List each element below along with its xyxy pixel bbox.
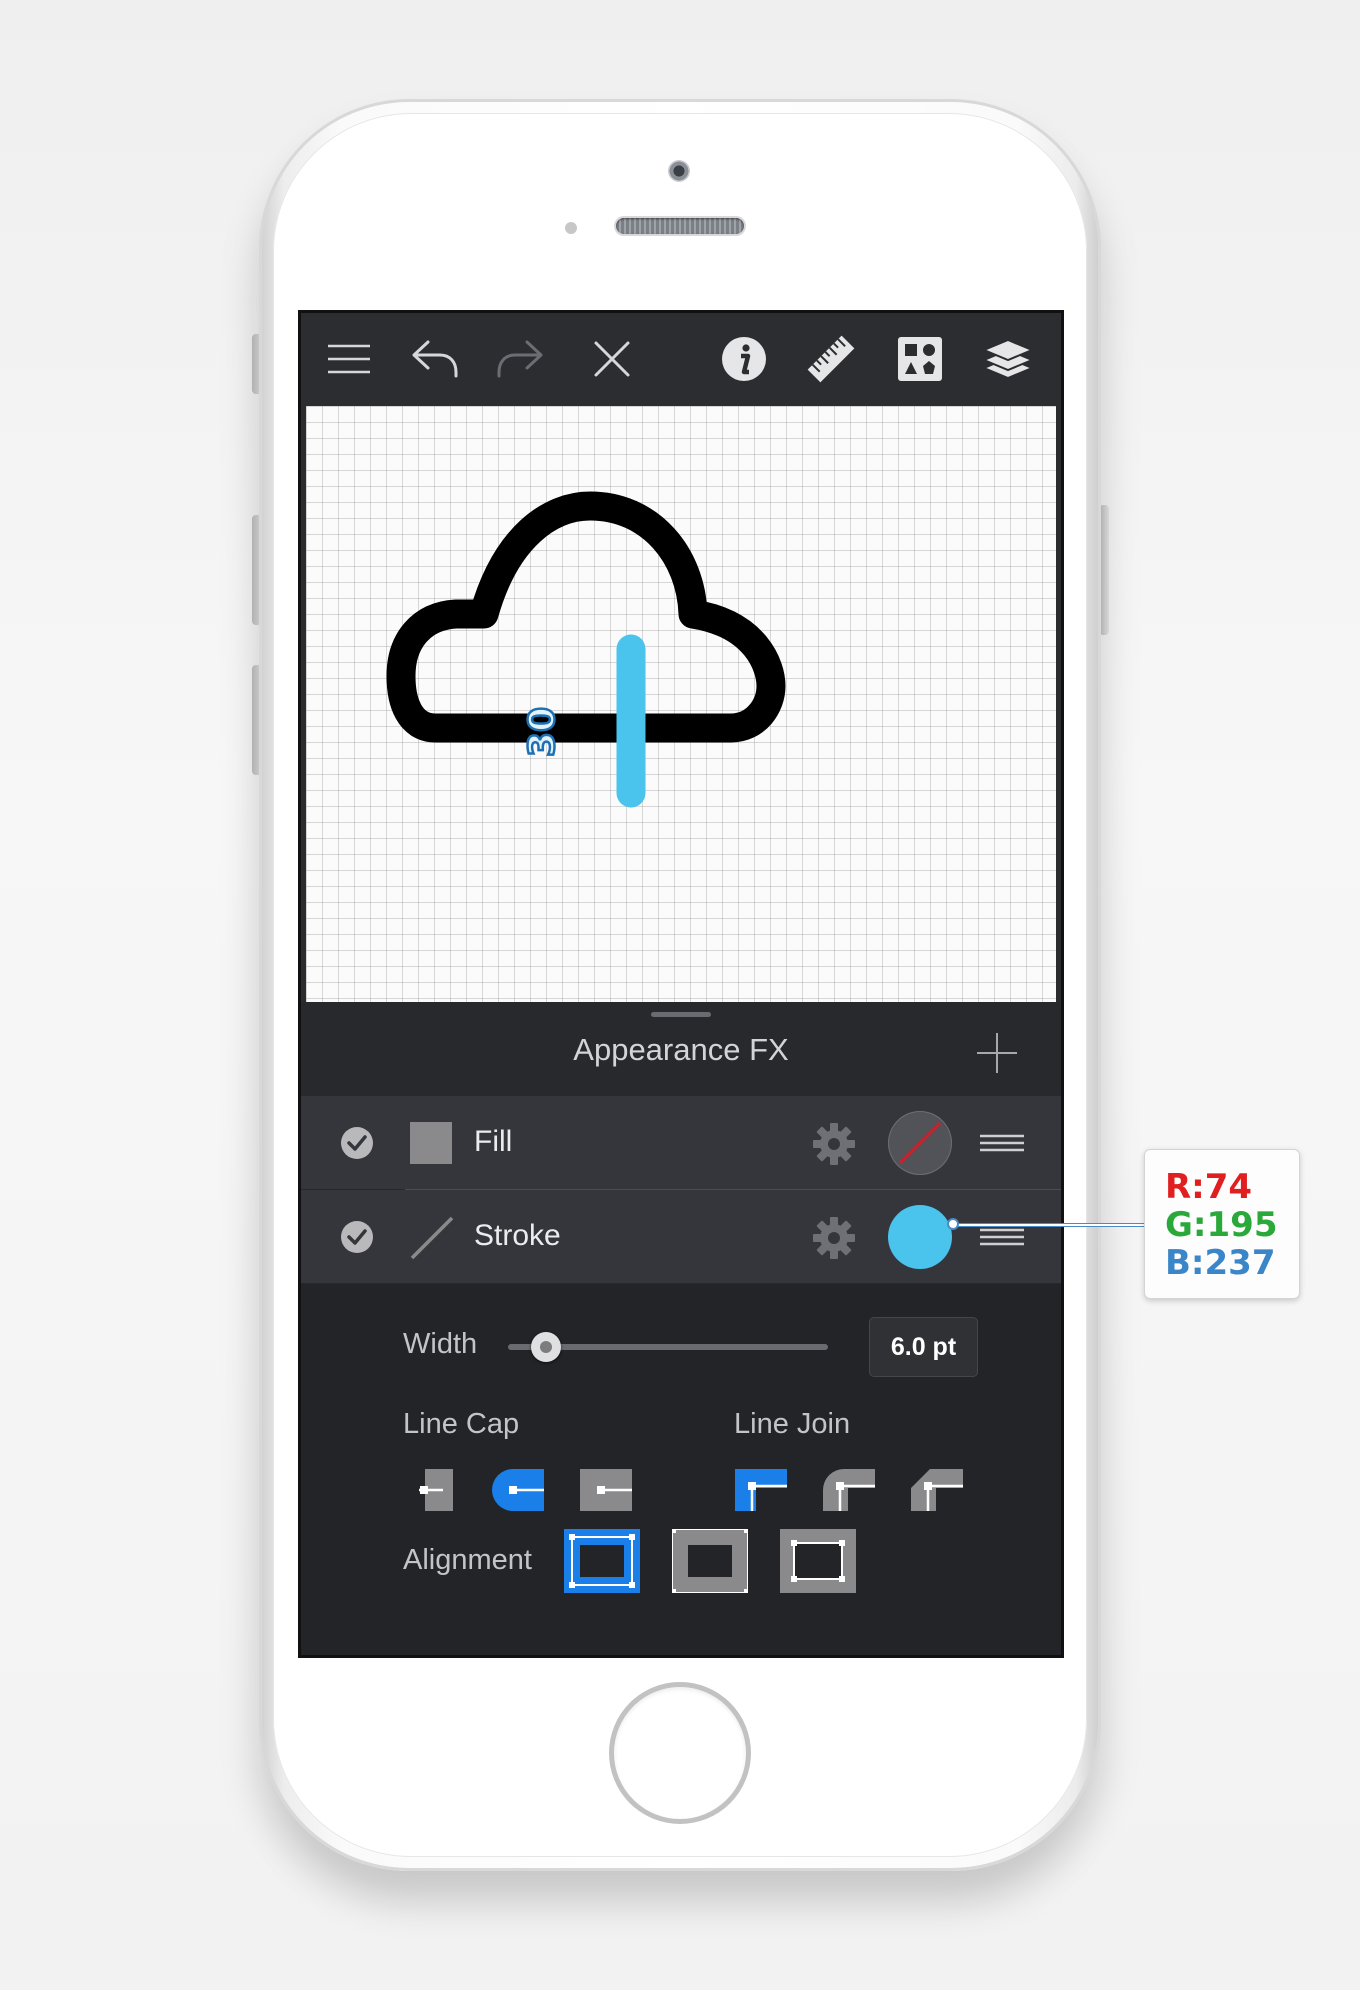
gear-icon[interactable] (811, 1215, 857, 1261)
round-cap-button[interactable] (491, 1468, 545, 1517)
panel-grabber[interactable] (651, 1012, 711, 1017)
fill-label: Fill (474, 1125, 513, 1158)
drawing-canvas[interactable]: 30 (306, 406, 1056, 1002)
checkmark-icon[interactable] (341, 1221, 373, 1253)
checkmark-icon[interactable] (341, 1127, 373, 1159)
callout-anchor-dot (947, 1218, 959, 1230)
stroke-label: Stroke (474, 1219, 561, 1252)
angle-label: 30 (522, 707, 563, 757)
rgb-green-value: G:195 (1165, 1205, 1278, 1245)
earpiece-speaker (616, 218, 744, 234)
plus-icon[interactable] (976, 1032, 1018, 1074)
drag-handle-icon[interactable] (980, 1132, 1024, 1154)
stroke-color-swatch[interactable] (888, 1205, 952, 1269)
app-screen: 30 Appearance FX Fill Stroke Width 6.0 p… (301, 313, 1061, 1655)
gear-icon[interactable] (811, 1121, 857, 1167)
bevel-join-button[interactable] (910, 1468, 964, 1517)
butt-cap-button[interactable] (419, 1468, 455, 1517)
library-icon[interactable] (894, 333, 946, 385)
round-join-button[interactable] (822, 1468, 876, 1517)
info-icon[interactable] (718, 333, 770, 385)
menu-icon[interactable] (323, 333, 375, 385)
drag-handle-icon[interactable] (980, 1226, 1024, 1248)
undo-icon[interactable] (409, 333, 461, 385)
stroke-row[interactable]: Stroke (301, 1190, 1061, 1283)
home-button[interactable] (609, 1682, 751, 1824)
proximity-sensor (565, 222, 577, 234)
callout-connector (953, 1224, 1144, 1226)
close-icon[interactable] (586, 333, 638, 385)
fill-row[interactable]: Fill (301, 1096, 1061, 1189)
width-label: Width (403, 1328, 478, 1360)
alignment-label: Alignment (403, 1544, 532, 1576)
appearance-fx-panel: Appearance FX Fill Stroke Width 6.0 pt L… (301, 1002, 1061, 1655)
rgb-blue-value: B:237 (1165, 1243, 1276, 1283)
redo-icon[interactable] (494, 333, 546, 385)
panel-title: Appearance FX (573, 1032, 789, 1067)
align-inside-button[interactable] (564, 1529, 640, 1598)
fill-color-swatch[interactable] (888, 1111, 952, 1175)
line-cap-label: Line Cap (403, 1408, 520, 1440)
width-slider-knob[interactable] (531, 1332, 562, 1362)
ruler-icon[interactable] (805, 333, 857, 385)
layers-icon[interactable] (982, 333, 1034, 385)
projecting-cap-button[interactable] (579, 1468, 633, 1517)
front-camera (668, 160, 690, 182)
toolbar (301, 313, 1061, 406)
line-join-label: Line Join (734, 1408, 851, 1440)
cloud-outline (386, 491, 786, 743)
rgb-callout: R:74 G:195 B:237 (1144, 1149, 1300, 1299)
stroke-options: Width 6.0 pt Line Cap Line Join Alignmen… (301, 1284, 1061, 1655)
fill-square-icon (410, 1122, 452, 1164)
rgb-red-value: R:74 (1165, 1167, 1253, 1207)
align-outside-button[interactable] (780, 1529, 856, 1598)
align-center-button[interactable] (670, 1527, 750, 1598)
miter-join-button[interactable] (734, 1468, 788, 1517)
stroke-line-icon (410, 1216, 454, 1260)
width-value-field[interactable]: 6.0 pt (869, 1317, 978, 1377)
